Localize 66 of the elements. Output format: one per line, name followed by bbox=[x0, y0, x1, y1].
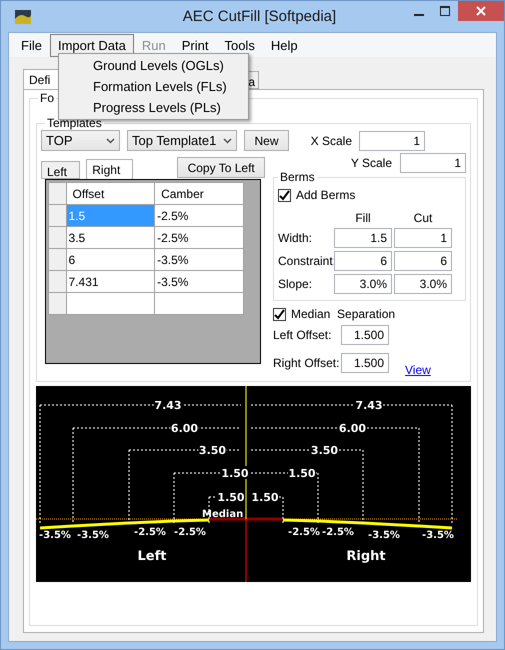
menu-option[interactable]: Progress Levels (PLs) bbox=[59, 97, 248, 118]
field-label: Slope: bbox=[278, 277, 314, 291]
template-type-dropdown[interactable]: TOP bbox=[41, 130, 120, 151]
camber-label: -2.5% bbox=[134, 527, 166, 538]
checkbox-label: Median Separation bbox=[291, 307, 396, 321]
column-label: Cut bbox=[412, 211, 434, 225]
camber-label: -3.5% bbox=[422, 530, 454, 541]
x-scale-field[interactable]: 1 bbox=[359, 130, 425, 150]
group-title: Berms bbox=[278, 170, 317, 184]
camber-label: -2.5% bbox=[322, 527, 354, 538]
input-field[interactable]: 1.500 bbox=[341, 325, 389, 345]
input-field[interactable]: 6 bbox=[394, 251, 452, 271]
minimize-icon bbox=[414, 14, 424, 16]
dimension-line: 1.50 bbox=[250, 490, 284, 524]
field-label: Right Offset: bbox=[273, 356, 337, 370]
checkbox[interactable] bbox=[278, 188, 291, 202]
input-field[interactable]: 3.0% bbox=[334, 274, 392, 294]
field-label: Constraint: bbox=[278, 254, 332, 268]
input-field[interactable]: 6 bbox=[334, 251, 392, 271]
table-cell[interactable]: 3.5 bbox=[66, 226, 155, 248]
tab[interactable]: Left bbox=[41, 161, 80, 179]
caret-icon bbox=[223, 138, 232, 144]
side-label: Left bbox=[138, 549, 166, 564]
y-scale-field[interactable]: 1 bbox=[400, 153, 466, 173]
window-title: AEC CutFill [Softpedia] bbox=[182, 8, 338, 25]
camber-label: -3.5% bbox=[39, 530, 71, 541]
checkbox-label: Add Berms bbox=[296, 188, 356, 202]
new-button[interactable]: New bbox=[244, 130, 289, 151]
menu-item[interactable]: Print bbox=[174, 34, 216, 56]
maximize-icon bbox=[440, 6, 450, 16]
menu-item[interactable]: File bbox=[13, 34, 50, 56]
checkbox[interactable] bbox=[273, 308, 286, 320]
y-scale-label: Y Scale bbox=[350, 156, 392, 170]
x-scale-label: X Scale bbox=[310, 134, 352, 148]
column-header[interactable]: Offset bbox=[66, 182, 155, 204]
table-cell[interactable]: -2.5% bbox=[154, 204, 244, 226]
camber-label: -2.5% bbox=[174, 527, 206, 538]
field-label: Width: bbox=[278, 231, 314, 245]
table-cell[interactable]: 6 bbox=[66, 248, 155, 270]
view-link[interactable]: View bbox=[405, 363, 431, 377]
group-title: Fo bbox=[38, 91, 56, 105]
table-cell[interactable]: -3.5% bbox=[154, 248, 244, 270]
close-button[interactable] bbox=[458, 1, 504, 21]
input-field[interactable]: 1.5 bbox=[334, 228, 392, 248]
tab[interactable]: Right bbox=[86, 159, 134, 179]
copy-to-left-button[interactable]: Copy To Left bbox=[177, 157, 265, 178]
table-cell[interactable]: -2.5% bbox=[154, 226, 244, 248]
caret-icon bbox=[106, 138, 115, 144]
field-label: Left Offset: bbox=[273, 328, 332, 342]
app-icon bbox=[15, 10, 31, 24]
camber-label: -2.5% bbox=[288, 527, 320, 538]
template-dropdown[interactable]: Top Template1 bbox=[127, 130, 237, 151]
input-field[interactable]: 1.500 bbox=[341, 353, 389, 373]
input-field[interactable]: 3.0% bbox=[394, 274, 452, 294]
column-label: Fill bbox=[354, 211, 372, 225]
side-label: Right bbox=[346, 549, 386, 564]
median-label: Median bbox=[202, 509, 244, 520]
camber-label: -3.5% bbox=[77, 530, 109, 541]
menu-item[interactable]: Help bbox=[262, 34, 306, 56]
table-cell[interactable]: -3.5% bbox=[154, 270, 244, 292]
input-field[interactable]: 1 bbox=[394, 228, 452, 248]
menu-item[interactable]: Tools bbox=[216, 34, 263, 56]
table-cell[interactable]: 7.431 bbox=[66, 270, 155, 292]
column-header[interactable]: Camber bbox=[154, 182, 244, 204]
close-icon bbox=[476, 6, 486, 16]
camber-label: -3.5% bbox=[368, 530, 400, 541]
